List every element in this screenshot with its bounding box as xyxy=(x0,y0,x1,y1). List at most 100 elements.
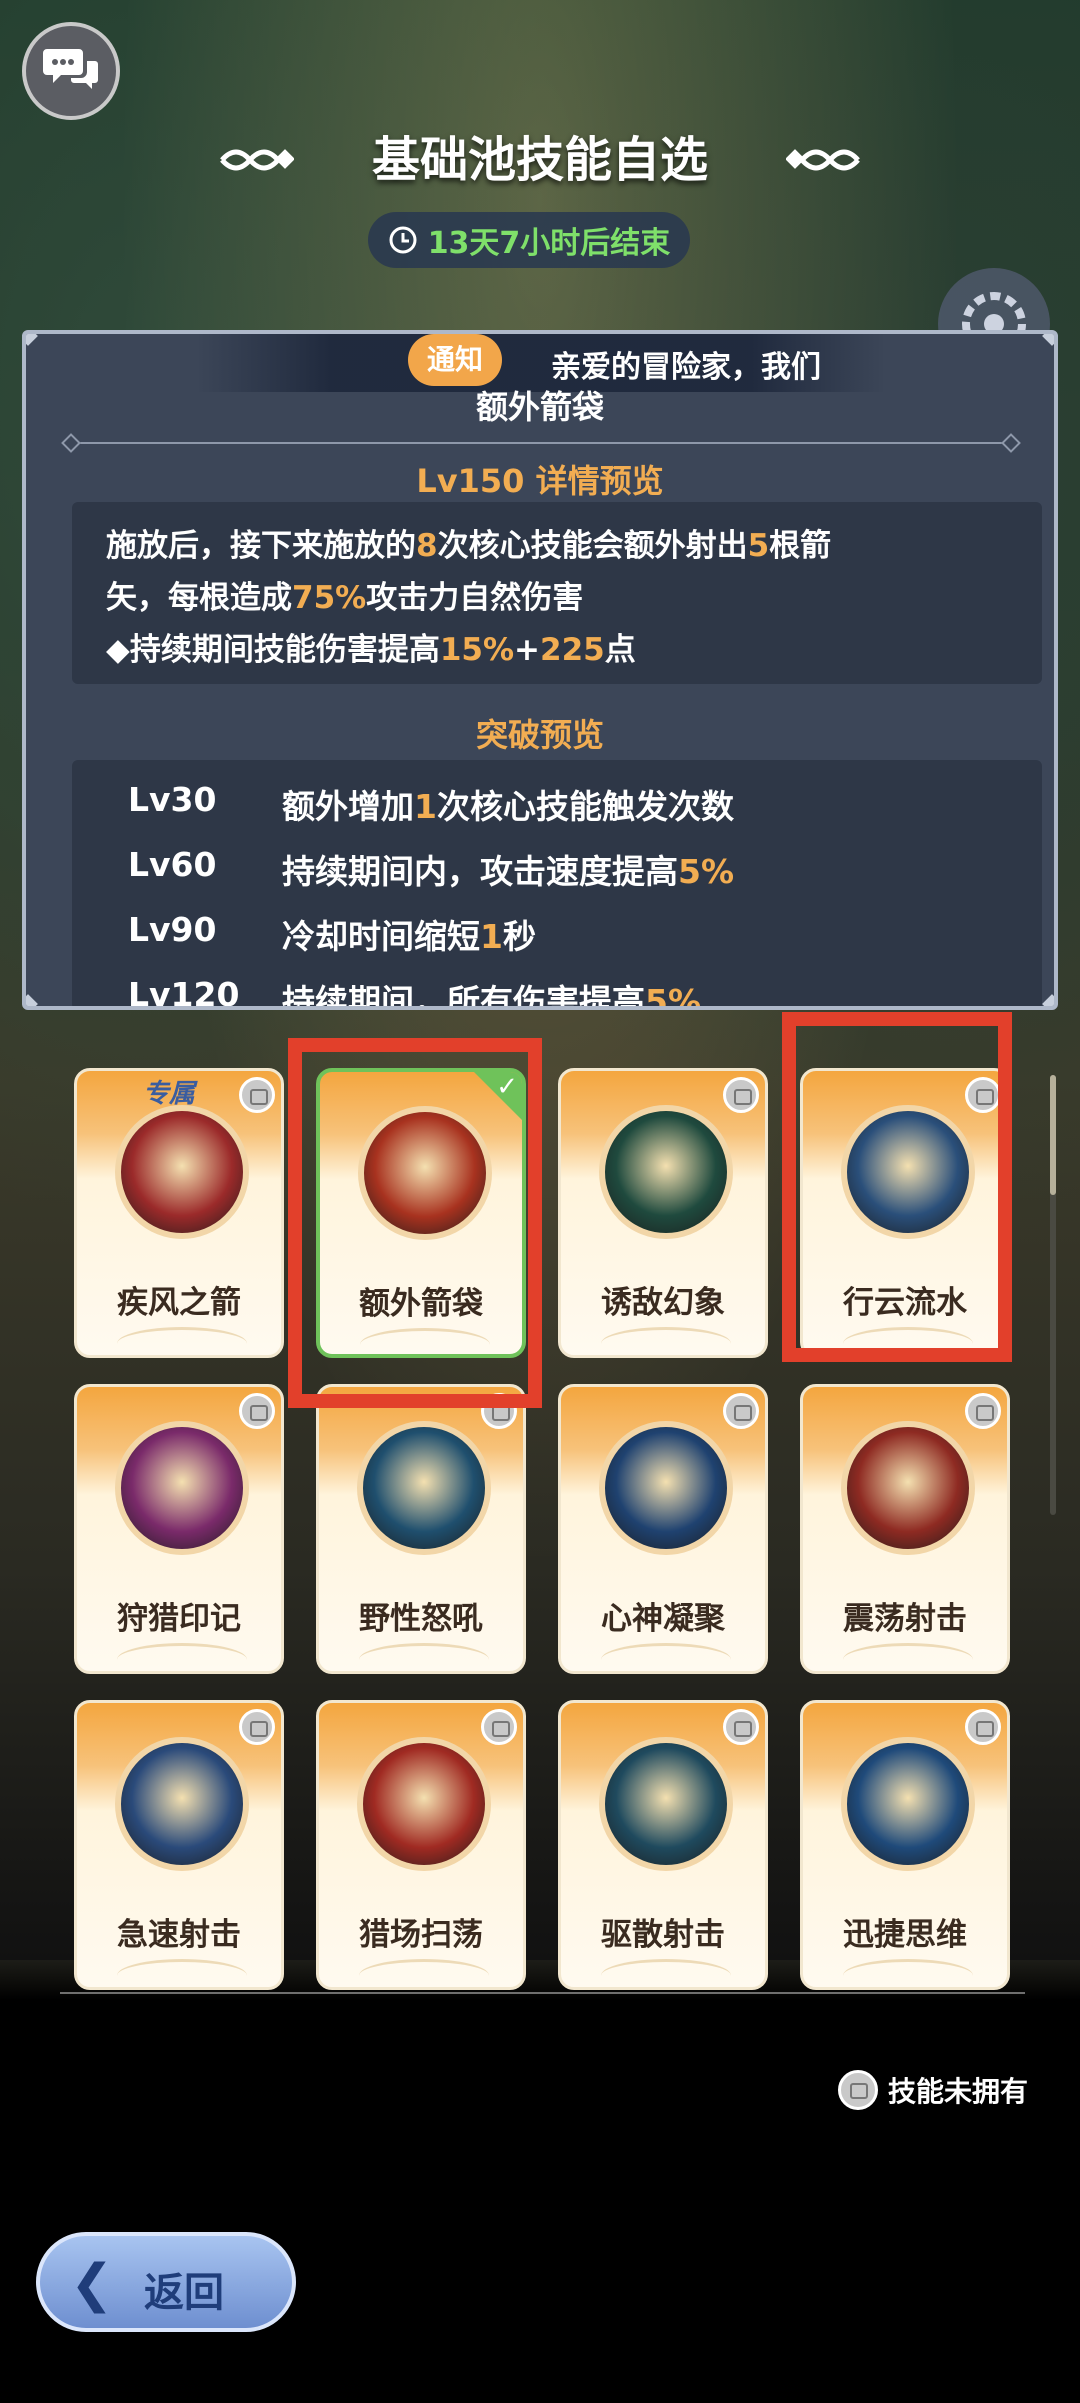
breakthrough-box: Lv30 额外增加1次核心技能触发次数 Lv60 持续期间内，攻击速度提高5% … xyxy=(72,760,1042,1010)
card-ornament xyxy=(117,1643,247,1671)
lock-icon xyxy=(481,1709,517,1745)
text-segment: 次核心技能会额外射出 xyxy=(437,528,748,564)
detail-preview-title: Lv150 详情预览 xyxy=(416,462,664,500)
scrollbar-thumb[interactable] xyxy=(1050,1075,1056,1195)
highlight-value: 8 xyxy=(416,528,438,564)
skill-icon xyxy=(841,1737,975,1871)
legend: 技能未拥有 xyxy=(838,2070,1028,2110)
legend-text: 技能未拥有 xyxy=(888,2075,1029,2108)
card-ornament xyxy=(359,1959,489,1987)
lock-icon xyxy=(723,1393,759,1429)
highlight-value: 5% xyxy=(678,852,735,891)
panel-corner xyxy=(1042,994,1054,1006)
clock-icon xyxy=(389,226,417,254)
breakthrough-text: 额外增加1次核心技能触发次数 xyxy=(282,780,734,828)
skill-name-label: 猎场扫荡 xyxy=(359,1917,483,1953)
skill-card[interactable]: 诱敌幻象 xyxy=(558,1068,768,1358)
title-ornament-right-icon xyxy=(786,149,860,171)
card-ornament xyxy=(117,1959,247,1987)
breakthrough-level: Lv60 xyxy=(128,845,217,884)
skill-name-label: 野性怒吼 xyxy=(359,1601,483,1637)
breakthrough-text: 持续期间，所有伤害提高5% xyxy=(282,975,702,1010)
skill-icon xyxy=(115,1421,249,1555)
skill-icon xyxy=(115,1105,249,1239)
skill-card[interactable]: 震荡射击 xyxy=(800,1384,1010,1674)
lock-icon xyxy=(965,1709,1001,1745)
lock-icon xyxy=(965,1393,1001,1429)
skill-card[interactable]: 驱散射击 xyxy=(558,1700,768,1990)
highlight-value: 1 xyxy=(480,917,503,956)
title-ornament-left-icon xyxy=(220,149,294,171)
description-line-3: ◆持续期间技能伤害提高15%+225点 xyxy=(106,624,636,669)
text-segment: 点 xyxy=(604,632,636,668)
lock-icon xyxy=(239,1393,275,1429)
text-segment: 次核心技能触发次数 xyxy=(436,787,734,826)
selected-skill-name: 额外箭袋 xyxy=(475,388,604,426)
bottom-area xyxy=(0,1960,1080,2403)
back-arrow-icon: ❮ xyxy=(70,2254,114,2314)
highlight-frame xyxy=(288,1038,542,1408)
skill-card[interactable]: 疾风之箭 专属 xyxy=(74,1068,284,1358)
skill-name-label: 驱散射击 xyxy=(601,1917,725,1953)
countdown-text: 13天7小时后结束 xyxy=(427,226,671,261)
text-segment: 攻击力自然伤害 xyxy=(366,580,584,616)
chat-button[interactable] xyxy=(22,22,120,120)
notice-tag: 通知 xyxy=(408,334,502,386)
chat-bubble-icon xyxy=(43,49,98,89)
card-ornament xyxy=(601,1643,731,1671)
back-button[interactable]: ❮ 返回 xyxy=(36,2232,296,2332)
lock-icon xyxy=(838,2070,878,2110)
text-segment: 秒 xyxy=(502,917,536,956)
breakthrough-preview-title: 突破预览 xyxy=(475,716,604,754)
highlight-frame xyxy=(782,1012,1012,1362)
card-ornament xyxy=(601,1327,731,1355)
text-segment: ◆持续期间技能伤害提高 xyxy=(106,632,440,668)
breakthrough-level: Lv30 xyxy=(128,780,217,819)
card-ornament xyxy=(843,1959,973,1987)
card-ornament xyxy=(843,1643,973,1671)
skill-card[interactable]: 急速射击 xyxy=(74,1700,284,1990)
skill-card[interactable]: 心神凝聚 xyxy=(558,1384,768,1674)
breakthrough-level: Lv90 xyxy=(128,910,217,949)
highlight-value: 1 xyxy=(414,787,437,826)
skill-name-label: 急速射击 xyxy=(117,1917,241,1953)
text-segment: 额外增加 xyxy=(282,787,414,826)
back-button-label: 返回 xyxy=(144,2270,224,2316)
highlight-value: 15% xyxy=(439,632,515,668)
bottom-divider xyxy=(60,1992,1025,1994)
description-line-2: 矢，每根造成75%攻击力自然伤害 xyxy=(106,572,583,617)
skill-name-label: 心神凝聚 xyxy=(601,1601,725,1637)
card-ornament xyxy=(117,1327,247,1355)
highlight-value: 5% xyxy=(645,982,702,1010)
countdown-pill: 13天7小时后结束 xyxy=(368,212,690,268)
title-bar: 基础池技能自选 xyxy=(0,120,1080,200)
text-segment: 矢，每根造成 xyxy=(106,580,292,616)
lock-icon xyxy=(723,1077,759,1113)
description-line-1: 施放后，接下来施放的8次核心技能会额外射出5根箭 xyxy=(106,520,831,565)
panel-corner xyxy=(1042,334,1054,346)
highlight-value: 225 xyxy=(540,632,605,668)
skill-card[interactable]: 猎场扫荡 xyxy=(316,1700,526,1990)
breakthrough-level: Lv120 xyxy=(128,975,240,1010)
skill-card[interactable]: 狩猎印记 xyxy=(74,1384,284,1674)
card-ornament xyxy=(359,1643,489,1671)
skill-icon xyxy=(115,1737,249,1871)
description-box: 施放后，接下来施放的8次核心技能会额外射出5根箭 矢，每根造成75%攻击力自然伤… xyxy=(72,502,1042,684)
skill-icon xyxy=(357,1737,491,1871)
text-segment: + xyxy=(514,632,541,668)
card-ornament xyxy=(601,1959,731,1987)
page-title: 基础池技能自选 xyxy=(371,132,708,188)
highlight-value: 5 xyxy=(747,528,770,564)
skill-icon xyxy=(599,1105,733,1239)
exclusive-tag: 专属 xyxy=(143,1079,196,1109)
breakthrough-text: 持续期间内，攻击速度提高5% xyxy=(282,845,734,893)
skill-name-label: 震荡射击 xyxy=(843,1601,967,1637)
skill-card[interactable]: 野性怒吼 xyxy=(316,1384,526,1674)
skill-card[interactable]: 迅捷思维 xyxy=(800,1700,1010,1990)
skill-name-label: 疾风之箭 xyxy=(117,1285,241,1321)
skill-icon xyxy=(599,1421,733,1555)
highlight-value: 75% xyxy=(292,580,367,616)
skill-detail-panel[interactable]: 通知 亲爱的冒险家，我们 额外箭袋 Lv150 详情预览 施放后，接下来施放的8… xyxy=(22,330,1058,1010)
skill-name-label: 狩猎印记 xyxy=(117,1601,241,1637)
text-segment: 冷却时间缩短 xyxy=(282,917,480,956)
